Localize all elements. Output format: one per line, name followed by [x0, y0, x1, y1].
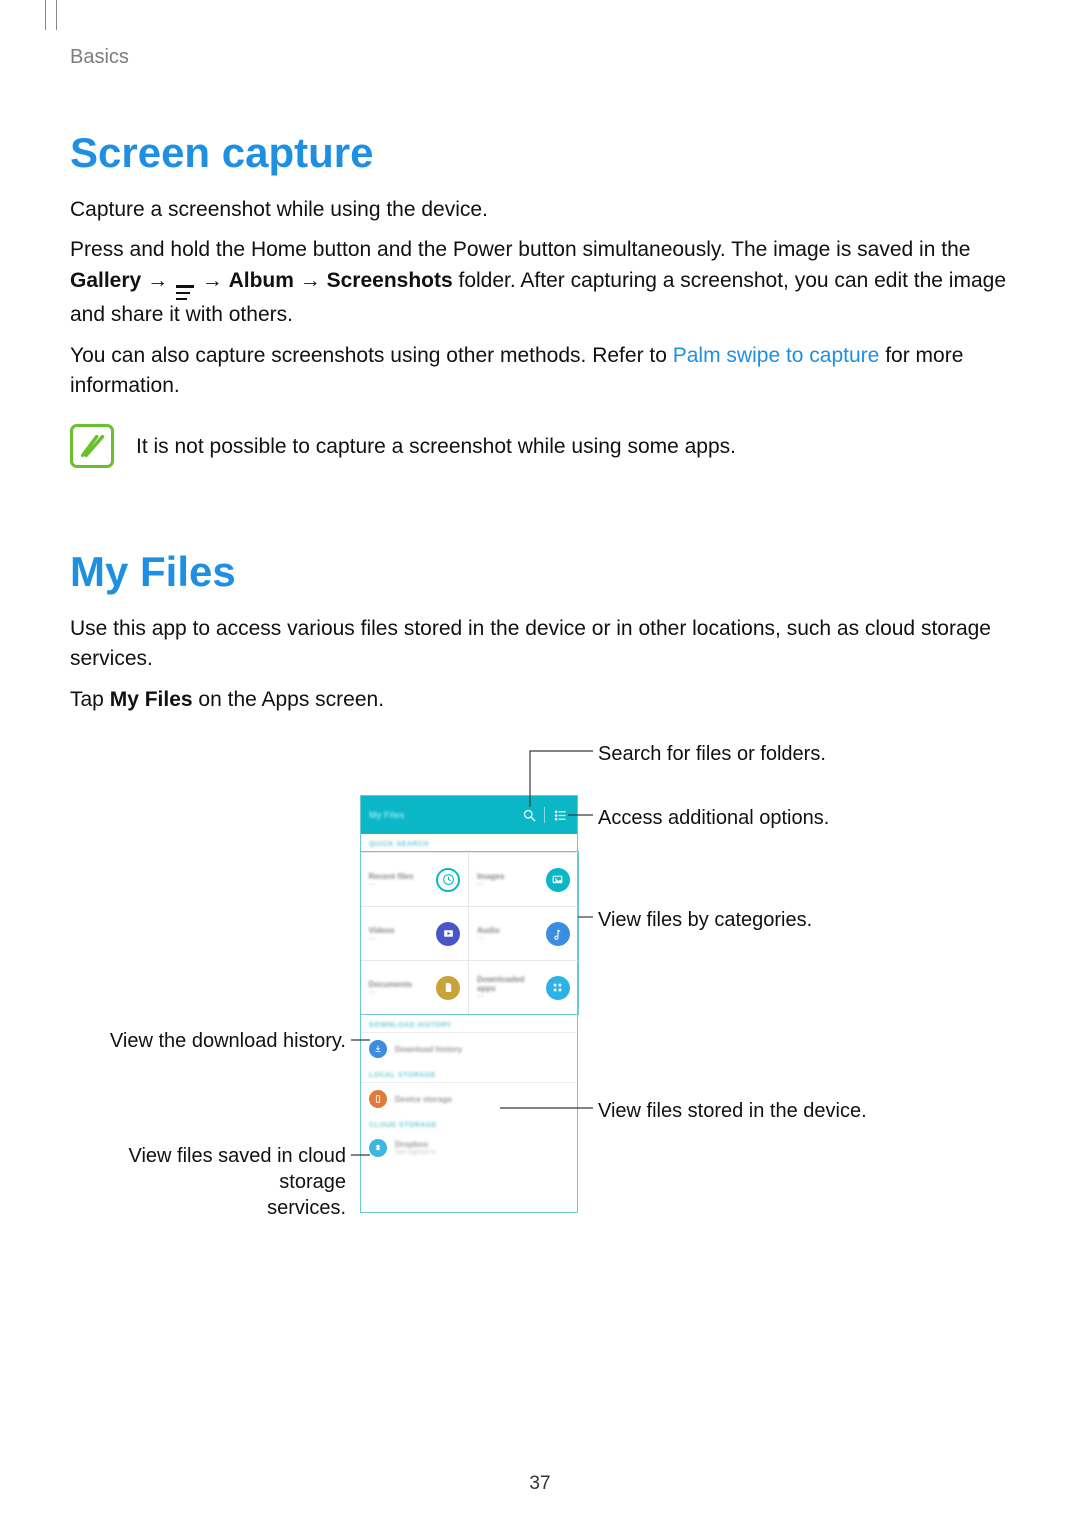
- menu-icon: [176, 285, 194, 300]
- my-files-diagram: My Files QUICK SEARCH Recent fi: [70, 735, 1000, 1255]
- callout-search: Search for files or folders.: [598, 741, 826, 767]
- image-icon: [546, 868, 570, 892]
- my-files-tap: Tap My Files on the Apps screen.: [70, 685, 1010, 715]
- search-icon[interactable]: [520, 806, 538, 824]
- text: View files saved in cloud storage: [128, 1145, 346, 1193]
- tile-images[interactable]: Images—: [469, 852, 578, 906]
- my-files-intro: Use this app to access various files sto…: [70, 614, 1010, 675]
- callout-categories: View files by categories.: [598, 907, 812, 933]
- tile-label: Audio: [477, 926, 540, 935]
- tile-label: Images: [477, 872, 540, 881]
- text: Tap: [70, 688, 110, 711]
- screenshots-label: Screenshots: [327, 269, 453, 292]
- phone-app-bar: My Files: [361, 796, 577, 834]
- divider: [544, 807, 545, 823]
- heading-my-files: My Files: [70, 548, 1010, 596]
- document-icon: [436, 976, 460, 1000]
- row-label: Device storage: [395, 1095, 452, 1104]
- tile-documents[interactable]: Documents—: [361, 960, 470, 1014]
- tile-label: Downloaded apps: [477, 975, 540, 993]
- row-label: Download history: [395, 1045, 462, 1054]
- note-text: It is not possible to capture a screensh…: [136, 424, 736, 462]
- dropbox-icon: [369, 1139, 387, 1157]
- more-options-icon[interactable]: [551, 806, 569, 824]
- apps-icon: [546, 976, 570, 1000]
- clock-icon: [436, 868, 460, 892]
- gallery-label: Gallery: [70, 269, 141, 292]
- tile-label: Documents: [369, 980, 431, 989]
- page-number: 37: [0, 1473, 1080, 1495]
- palm-swipe-link[interactable]: Palm swipe to capture: [673, 344, 880, 367]
- phone-mock: My Files QUICK SEARCH Recent fi: [360, 795, 578, 1213]
- video-icon: [436, 922, 460, 946]
- device-icon: [369, 1090, 387, 1108]
- album-label: Album: [229, 269, 294, 292]
- tile-videos[interactable]: Videos—: [361, 906, 470, 960]
- download-history-label: DOWNLOAD HISTORY: [361, 1015, 577, 1032]
- phone-title: My Files: [369, 810, 514, 820]
- my-files-label: My Files: [110, 688, 193, 711]
- tile-label: Videos: [369, 926, 431, 935]
- heading-screen-capture: Screen capture: [70, 129, 1010, 177]
- screen-capture-other: You can also capture screenshots using o…: [70, 341, 1010, 402]
- music-icon: [546, 922, 570, 946]
- page-tab-mark: [45, 0, 57, 30]
- cloud-storage-label: CLOUD STORAGE: [361, 1115, 577, 1132]
- quick-search-label: QUICK SEARCH: [361, 834, 577, 851]
- text: services.: [267, 1197, 346, 1219]
- text: on the Apps screen.: [193, 688, 384, 711]
- text: You can also capture screenshots using o…: [70, 344, 673, 367]
- row-device-storage[interactable]: Device storage: [361, 1082, 577, 1115]
- callout-cloud-storage: View files saved in cloud storage servic…: [70, 1143, 346, 1221]
- arrow: →: [147, 269, 168, 292]
- tile-recent-files[interactable]: Recent files—: [361, 852, 470, 906]
- breadcrumb: Basics: [70, 46, 1010, 69]
- note-icon: [70, 424, 114, 468]
- callout-options: Access additional options.: [598, 805, 829, 831]
- row-dropbox[interactable]: Dropbox Not signed in: [361, 1132, 577, 1164]
- tile-audio[interactable]: Audio—: [469, 906, 578, 960]
- screen-capture-steps: Press and hold the Home button and the P…: [70, 235, 1010, 330]
- row-download-history[interactable]: Download history: [361, 1032, 577, 1065]
- callout-download-history: View the download history.: [106, 1028, 346, 1054]
- text: Press and hold the Home button and the P…: [70, 238, 970, 261]
- download-icon: [369, 1040, 387, 1058]
- arrow: →: [300, 269, 321, 292]
- arrow: →: [202, 269, 223, 292]
- row-sublabel: Not signed in: [395, 1149, 436, 1156]
- callout-device-storage: View files stored in the device.: [598, 1098, 867, 1124]
- tile-downloaded-apps[interactable]: Downloaded apps—: [469, 960, 578, 1014]
- tile-label: Recent files: [369, 872, 431, 881]
- screen-capture-intro: Capture a screenshot while using the dev…: [70, 195, 1010, 225]
- note-block: It is not possible to capture a screensh…: [70, 424, 1010, 468]
- row-label: Dropbox: [395, 1140, 436, 1149]
- categories-grid: Recent files— Images— Videos— Audio—: [360, 851, 579, 1015]
- local-storage-label: LOCAL STORAGE: [361, 1065, 577, 1082]
